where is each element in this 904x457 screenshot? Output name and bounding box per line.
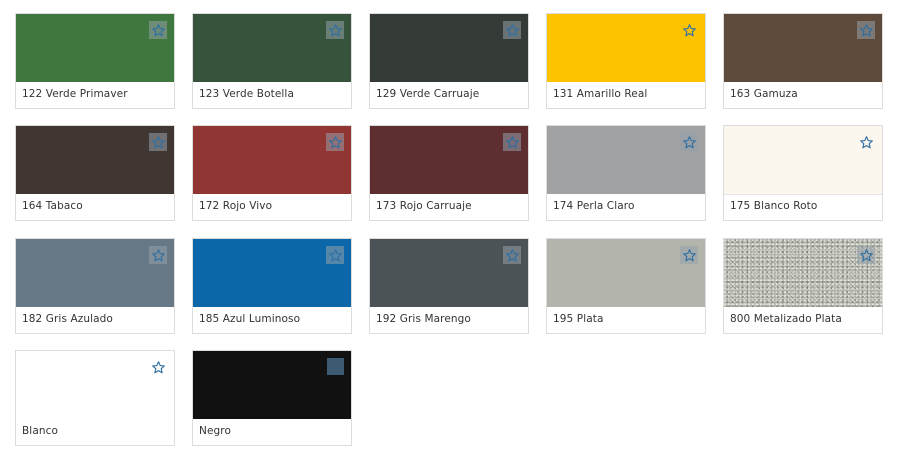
favorite-star-icon[interactable]	[326, 21, 344, 39]
favorite-star-icon[interactable]	[326, 246, 344, 264]
favorite-star-icon[interactable]	[857, 246, 875, 264]
color-card-185[interactable]: 185 Azul Luminoso	[192, 238, 352, 334]
color-card-163[interactable]: 163 Gamuza	[723, 13, 883, 109]
color-label: 131 Amarillo Real	[553, 88, 648, 100]
color-label: 173 Rojo Carruaje	[376, 200, 472, 212]
favorite-star-icon[interactable]	[149, 133, 167, 151]
color-label: Blanco	[22, 425, 59, 437]
color-label: 163 Gamuza	[730, 88, 798, 100]
favorite-star-icon[interactable]	[149, 358, 167, 376]
color-card-164[interactable]: 164 Tabaco	[15, 125, 175, 221]
favorite-square-icon[interactable]	[327, 358, 344, 375]
color-card-129[interactable]: 129 Verde Carruaje	[369, 13, 529, 109]
color-label: 192 Gris Marengo	[376, 313, 471, 325]
color-card-122[interactable]: 122 Verde Primaver	[15, 13, 175, 109]
favorite-star-icon[interactable]	[680, 21, 698, 39]
color-label: 164 Tabaco	[22, 200, 83, 212]
color-label: 182 Gris Azulado	[22, 313, 113, 325]
color-label: 122 Verde Primaver	[22, 88, 128, 100]
color-card-800[interactable]: 800 Metalizado Plata	[723, 238, 883, 334]
color-card-174[interactable]: 174 Perla Claro	[546, 125, 706, 221]
color-card-negro[interactable]: Negro	[192, 350, 352, 446]
color-card-175[interactable]: 175 Blanco Roto	[723, 125, 883, 221]
favorite-star-icon[interactable]	[857, 133, 875, 151]
favorite-star-icon[interactable]	[326, 133, 344, 151]
color-label: 175 Blanco Roto	[730, 200, 818, 212]
favorite-star-icon[interactable]	[680, 246, 698, 264]
color-card-blanco[interactable]: Blanco	[15, 350, 175, 446]
color-label: 800 Metalizado Plata	[730, 313, 842, 325]
color-card-192[interactable]: 192 Gris Marengo	[369, 238, 529, 334]
favorite-star-icon[interactable]	[680, 133, 698, 151]
color-card-195[interactable]: 195 Plata	[546, 238, 706, 334]
favorite-star-icon[interactable]	[149, 21, 167, 39]
color-label: 174 Perla Claro	[553, 200, 635, 212]
color-label: 185 Azul Luminoso	[199, 313, 301, 325]
color-card-123[interactable]: 123 Verde Botella	[192, 13, 352, 109]
color-card-173[interactable]: 173 Rojo Carruaje	[369, 125, 529, 221]
color-card-131[interactable]: 131 Amarillo Real	[546, 13, 706, 109]
favorite-star-icon[interactable]	[857, 21, 875, 39]
color-label: 195 Plata	[553, 313, 604, 325]
favorite-star-icon[interactable]	[503, 246, 521, 264]
color-label: 172 Rojo Vivo	[199, 200, 273, 212]
favorite-star-icon[interactable]	[503, 133, 521, 151]
color-card-172[interactable]: 172 Rojo Vivo	[192, 125, 352, 221]
color-label: 123 Verde Botella	[199, 88, 294, 100]
favorite-star-icon[interactable]	[503, 21, 521, 39]
favorite-star-icon[interactable]	[149, 246, 167, 264]
color-label: 129 Verde Carruaje	[376, 88, 480, 100]
color-card-182[interactable]: 182 Gris Azulado	[15, 238, 175, 334]
color-label: Negro	[199, 425, 231, 437]
